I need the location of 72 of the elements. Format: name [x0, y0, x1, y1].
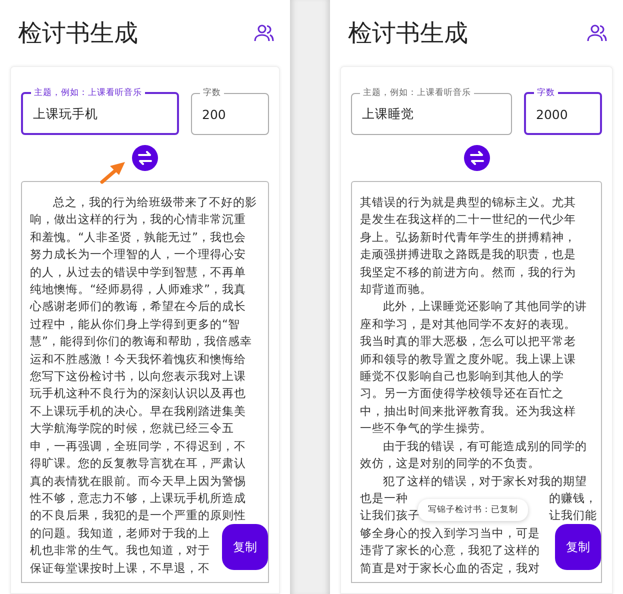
text-line: 保证每堂课按时上课，不早退，不: [30, 560, 210, 577]
text-line: 努力成长为一个理智的人，一个理得心安: [30, 246, 246, 264]
word-count-input[interactable]: 200: [202, 107, 258, 122]
text-line: 效仿，这是对别的同学的不负责。: [360, 455, 540, 472]
text-line: 由于我的错误，有可能造成别的同学的: [382, 438, 588, 455]
toast-message: 写锦子检讨书：已复制: [418, 499, 528, 521]
text-line: 让我们孩子: [360, 507, 420, 524]
text-line: 此外，上课睡觉还影响了其他同学的讲: [382, 298, 588, 316]
text-line: 性不够，意志力不够，上课玩手机所造成: [30, 490, 246, 507]
text-line: 的问题。我知道，老师对于我的上: [30, 524, 210, 542]
pointer-arrow: [100, 160, 126, 184]
text-line: 申，一再强调，全班同学，不得迟到，不: [30, 438, 246, 455]
text-line: 您写下这份检讨书，以向您表示我对上课: [30, 368, 246, 386]
result-text-area[interactable]: [21, 181, 269, 583]
text-line: 身上。弘扬新时代青年学生的拼搏精神，: [360, 228, 576, 246]
text-line: 总之，我的行为给班级带来了不好的影: [52, 194, 258, 211]
copy-button[interactable]: 复制: [555, 524, 601, 570]
text-line: 中，抽出时间来批评教育我。还为我这样: [360, 402, 576, 420]
text-line: 却背道而驰。: [360, 281, 432, 298]
copy-button[interactable]: 复制: [222, 524, 268, 570]
text-line: 真的表情犹在眼前。而今天早上因为警惕: [30, 472, 246, 490]
field-label: 字数: [202, 87, 222, 99]
text-line: 够全身心的投入到学习当中，可是: [360, 524, 540, 542]
field-label: 主题，例如：上课看听音乐: [362, 87, 472, 99]
text-line: 玩手机这种不良行为的深刻认识以及再也: [30, 385, 246, 402]
text-line: 和羞愧。“人非圣贤，孰能无过”，我也会: [30, 228, 246, 246]
swap-arrows-icon: [137, 151, 153, 165]
swap-button[interactable]: [464, 145, 490, 171]
text-line: 其错误的行为就是典型的锦标主义。尤其: [360, 194, 576, 211]
text-line: 的不良后果，我犯的是一个严重的原则性: [30, 507, 246, 524]
topic-field[interactable]: 主题，例如：上课看听音乐 上课玩手机: [21, 87, 179, 135]
text-line: 是发生在我这样的二十一世纪的一代少年: [360, 211, 576, 228]
text-line: 得旷课。您的反复教导言犹在耳，严肃认: [30, 455, 246, 472]
text-line: 师和领导的教导置之度外呢。我上课上课: [360, 350, 576, 368]
text-line: 座和学习，是对其他同学不友好的表现。: [360, 316, 576, 333]
text-line: 我当时真的罪大恶极，怎么可以把平常老: [360, 333, 576, 350]
text-line: 让我们能: [549, 507, 597, 524]
topic-input[interactable]: 上课睡觉: [362, 107, 501, 122]
text-line: 犯了这样的错误，对于家长对我的期望: [382, 472, 588, 490]
text-line: 纯地懊悔。“经师易得，人师难求”，我真: [30, 281, 246, 298]
word-count-input[interactable]: 2000: [536, 106, 590, 122]
user-icon[interactable]: [254, 24, 274, 42]
app-title: 检讨书生成: [348, 18, 468, 49]
text-line: 简直是对于家长心血的否定，我对: [360, 560, 540, 577]
text-line: 睡觉不仅影响自己也影响到其他人的学: [360, 368, 564, 386]
text-line: 大学航海学院的时候，您就已经三令五: [30, 420, 234, 438]
text-line: 慧”，能得到你们的教诲和帮助，我倍感幸: [30, 333, 252, 350]
text-line: 过程中，能从你们身上学得到更多的“智: [30, 316, 240, 333]
text-line: 不上课玩手机的决心。早在我刚踏进集美: [30, 402, 246, 420]
result-text-area[interactable]: [351, 181, 602, 583]
text-line: 运和不胜感激！今天我怀着愧疚和懊悔给: [30, 350, 246, 368]
field-label: 主题，例如：上课看听音乐: [33, 87, 143, 99]
topic-field[interactable]: 主题，例如：上课看听音乐 上课睡觉: [351, 87, 512, 135]
field-label: 字数: [536, 87, 556, 99]
text-line: 的赚钱，: [549, 490, 597, 507]
app-title: 检讨书生成: [18, 18, 138, 49]
word-count-field[interactable]: 字数 200: [191, 87, 269, 135]
topic-input[interactable]: 上课玩手机: [33, 106, 167, 122]
text-line: 违背了家长的心意，我犯了这样的: [360, 542, 540, 560]
text-line: 也是一种: [360, 490, 408, 507]
text-line: 的人，从过去的错误中学到智慧，不再单: [30, 264, 246, 281]
user-icon[interactable]: [587, 24, 607, 42]
word-count-field[interactable]: 字数 2000: [524, 87, 602, 135]
swap-button[interactable]: [132, 145, 158, 171]
text-line: 一些不争气的学生操劳。: [360, 420, 492, 438]
swap-arrows-icon: [468, 151, 484, 165]
text-line: 机也非常的生气。我也知道，对于: [30, 542, 210, 560]
text-line: 习。另一方面使得学校领导还在百忙之: [360, 385, 564, 402]
text-line: 我坚定不移的前进方向。然而，我的行为: [360, 264, 576, 281]
text-line: 走顽强拼搏进取之路既是我的职责，也是: [360, 246, 576, 264]
text-line: 响，做出这样的行为，我的心情非常沉重: [30, 211, 246, 228]
text-line: 心感谢老师们的教诲，希望在今后的成长: [30, 298, 246, 316]
